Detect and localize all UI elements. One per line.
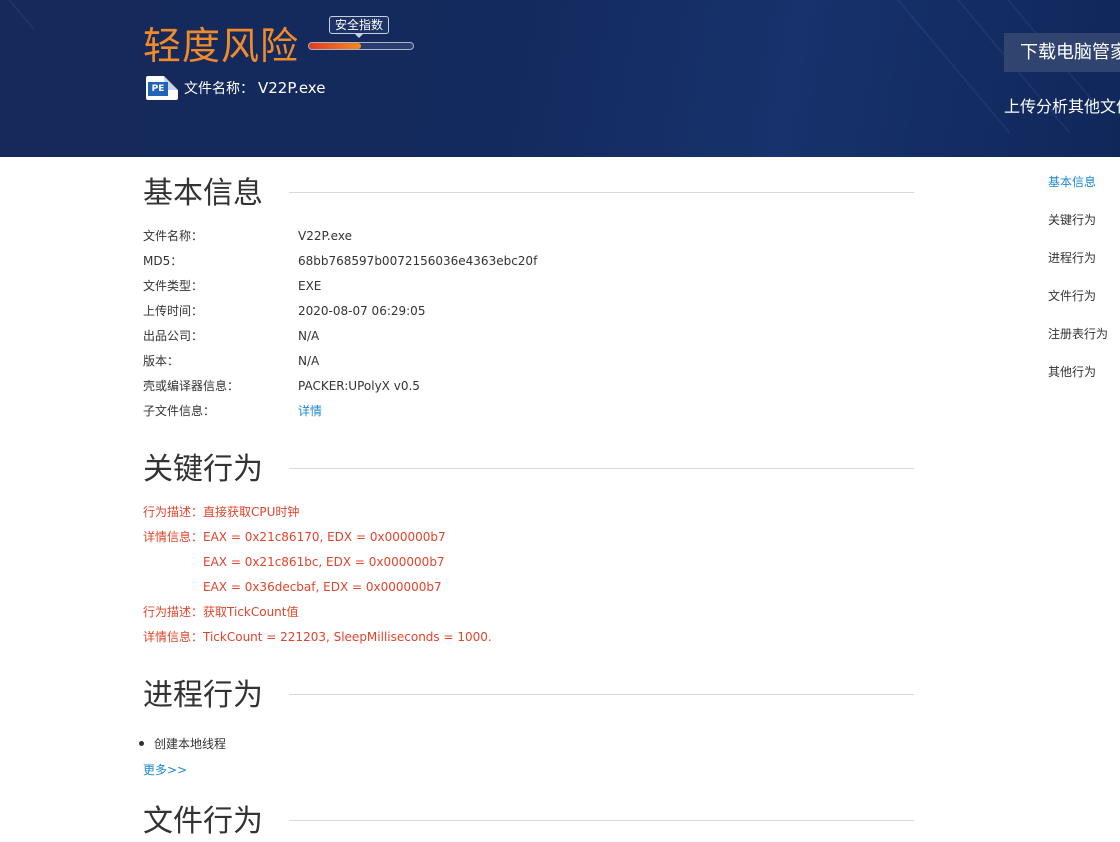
section-divider bbox=[289, 192, 914, 193]
info-value: 68bb768597b0072156036e4363ebc20f bbox=[298, 254, 538, 268]
behavior-description: 行为描述：获取TickCount值 bbox=[143, 605, 299, 619]
info-value: V22P.exe bbox=[298, 229, 352, 243]
info-value: EXE bbox=[298, 279, 322, 293]
upload-other-file-link[interactable]: 上传分析其他文件 bbox=[1004, 96, 1120, 118]
process-behavior-item-label: 创建本地线程 bbox=[154, 737, 227, 751]
info-label: 版本： bbox=[143, 354, 180, 368]
side-nav-other-behavior[interactable]: 其他行为 bbox=[1048, 363, 1096, 381]
info-label: 文件类型： bbox=[143, 279, 204, 293]
decorative-streak bbox=[8, 0, 36, 31]
decorative-streak bbox=[880, 0, 1011, 134]
behavior-detail-continued: EAX = 0x21c861bc, EDX = 0x000000b7 bbox=[203, 555, 445, 569]
report-header: 轻度风险 安全指数 PE 文件名称： V22P.exe 下载电脑管家 上传分析其他… bbox=[0, 0, 1120, 157]
side-nav-key-behavior[interactable]: 关键行为 bbox=[1048, 211, 1096, 229]
side-nav-file-behavior[interactable]: 文件行为 bbox=[1048, 287, 1096, 305]
process-behavior-more-link[interactable]: 更多>> bbox=[143, 760, 187, 780]
safety-index-bar-fill bbox=[309, 43, 361, 49]
section-divider bbox=[289, 820, 914, 821]
section-title-file-behavior: 文件行为 bbox=[143, 804, 263, 839]
side-nav-basic-info[interactable]: 基本信息 bbox=[1048, 173, 1096, 191]
header-file-name-label: 文件名称： bbox=[184, 81, 254, 97]
pe-file-icon: PE bbox=[146, 76, 178, 100]
safety-index-badge: 安全指数 bbox=[329, 16, 390, 34]
info-label: 子文件信息： bbox=[143, 404, 216, 418]
safety-index-pointer bbox=[355, 34, 363, 38]
info-label: 文件名称： bbox=[143, 229, 204, 243]
side-nav-process-behavior[interactable]: 进程行为 bbox=[1048, 249, 1096, 267]
section-title-key-behavior: 关键行为 bbox=[143, 452, 263, 487]
risk-level-title: 轻度风险 bbox=[143, 24, 300, 68]
info-label: 壳或编译器信息： bbox=[143, 379, 240, 393]
info-value: N/A bbox=[298, 329, 320, 343]
info-label: 上传时间： bbox=[143, 304, 204, 318]
bullet-icon bbox=[139, 741, 144, 746]
info-label: 出品公司： bbox=[143, 329, 204, 343]
info-label: MD5： bbox=[143, 254, 183, 268]
behavior-detail: 详情信息：EAX = 0x21c86170, EDX = 0x000000b7 bbox=[143, 530, 446, 544]
download-manager-button[interactable]: 下载电脑管家 bbox=[1004, 33, 1120, 72]
behavior-detail-continued: EAX = 0x36decbaf, EDX = 0x000000b7 bbox=[203, 580, 442, 594]
section-divider bbox=[289, 468, 914, 469]
info-value: 2020-08-07 06:29:05 bbox=[298, 304, 426, 318]
safety-index-bar bbox=[308, 42, 414, 50]
behavior-description: 行为描述：直接获取CPU时钟 bbox=[143, 505, 300, 519]
info-value: PACKER:UPolyX v0.5 bbox=[298, 379, 420, 393]
sub-file-details-link[interactable]: 详情 bbox=[298, 401, 322, 421]
section-title-process-behavior: 进程行为 bbox=[143, 678, 263, 713]
header-file-name: 文件名称： V22P.exe bbox=[184, 78, 325, 99]
behavior-detail: 详情信息：TickCount = 221203, SleepMillisecon… bbox=[143, 630, 492, 644]
section-divider bbox=[289, 694, 914, 695]
header-file-name-value: V22P.exe bbox=[258, 79, 326, 97]
pe-file-icon-label: PE bbox=[148, 82, 168, 96]
section-title-basic-info: 基本信息 bbox=[143, 176, 263, 211]
side-nav-registry-behavior[interactable]: 注册表行为 bbox=[1048, 325, 1108, 343]
process-behavior-item: 创建本地线程 bbox=[139, 734, 226, 754]
info-value: N/A bbox=[298, 354, 320, 368]
